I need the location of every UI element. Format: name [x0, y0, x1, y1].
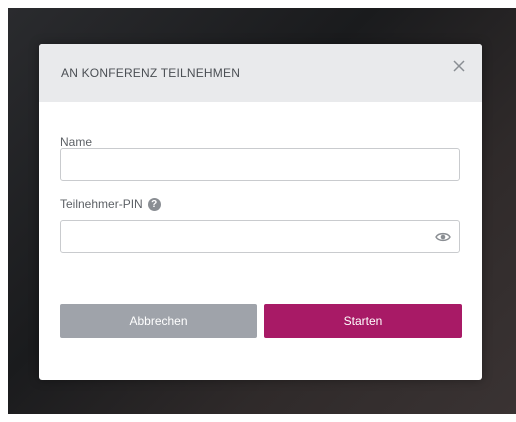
- pin-label-row: Teilnehmer-PIN ?: [60, 197, 161, 211]
- name-input[interactable]: [60, 148, 460, 181]
- pin-label: Teilnehmer-PIN: [60, 197, 143, 211]
- close-icon[interactable]: [451, 58, 467, 74]
- eye-icon[interactable]: [435, 230, 451, 244]
- join-conference-dialog: AN KONFERENZ TEILNEHMEN Name Teilnehmer-…: [39, 44, 482, 380]
- start-button[interactable]: Starten: [264, 304, 462, 338]
- name-label: Name: [60, 135, 93, 149]
- cancel-button[interactable]: Abbrechen: [60, 304, 257, 338]
- question-circle-icon[interactable]: ?: [147, 197, 161, 211]
- pin-input[interactable]: [60, 220, 460, 253]
- dialog-title: AN KONFERENZ TEILNEHMEN: [61, 66, 241, 80]
- dialog-header: AN KONFERENZ TEILNEHMEN: [39, 44, 482, 102]
